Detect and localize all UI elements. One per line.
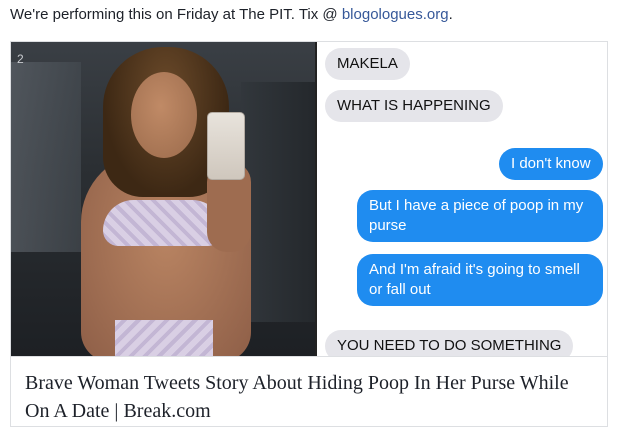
chat-bubble-sent: I don't know xyxy=(499,148,603,180)
link-preview-card[interactable]: 2 MAKELA WHAT IS HAPPENING I don't know … xyxy=(10,41,608,427)
link-preview-image[interactable]: 2 MAKELA WHAT IS HAPPENING I don't know … xyxy=(11,42,607,356)
chat-bubble-sent: And I'm afraid it's going to smell or fa… xyxy=(357,254,603,306)
chat-bubble-received: WHAT IS HAPPENING xyxy=(325,90,503,122)
selfie-photo: 2 xyxy=(11,42,315,356)
chat-bubble-received: MAKELA xyxy=(325,48,410,80)
chat-bubble-sent: But I have a piece of poop in my purse xyxy=(357,190,603,242)
photo-door xyxy=(241,82,315,322)
post-message: We're performing this on Friday at The P… xyxy=(10,5,453,25)
chat-bubble-received: YOU NEED TO DO SOMETHING xyxy=(325,330,574,356)
photo-face xyxy=(131,72,197,158)
post-message-text: We're performing this on Friday at The P… xyxy=(10,6,342,23)
photo-bottom xyxy=(115,320,213,356)
post-message-trailing: . xyxy=(448,6,453,23)
photo-window xyxy=(11,62,81,252)
photo-badge: 2 xyxy=(17,52,24,66)
link-preview-caption[interactable]: Brave Woman Tweets Story About Hiding Po… xyxy=(11,356,607,426)
phone-icon xyxy=(207,112,245,180)
blogologues-link[interactable]: blogologues.org xyxy=(342,6,449,23)
link-title[interactable]: Brave Woman Tweets Story About Hiding Po… xyxy=(25,369,595,425)
photo-top xyxy=(103,200,223,246)
text-conversation: MAKELA WHAT IS HAPPENING I don't know Bu… xyxy=(317,42,607,356)
